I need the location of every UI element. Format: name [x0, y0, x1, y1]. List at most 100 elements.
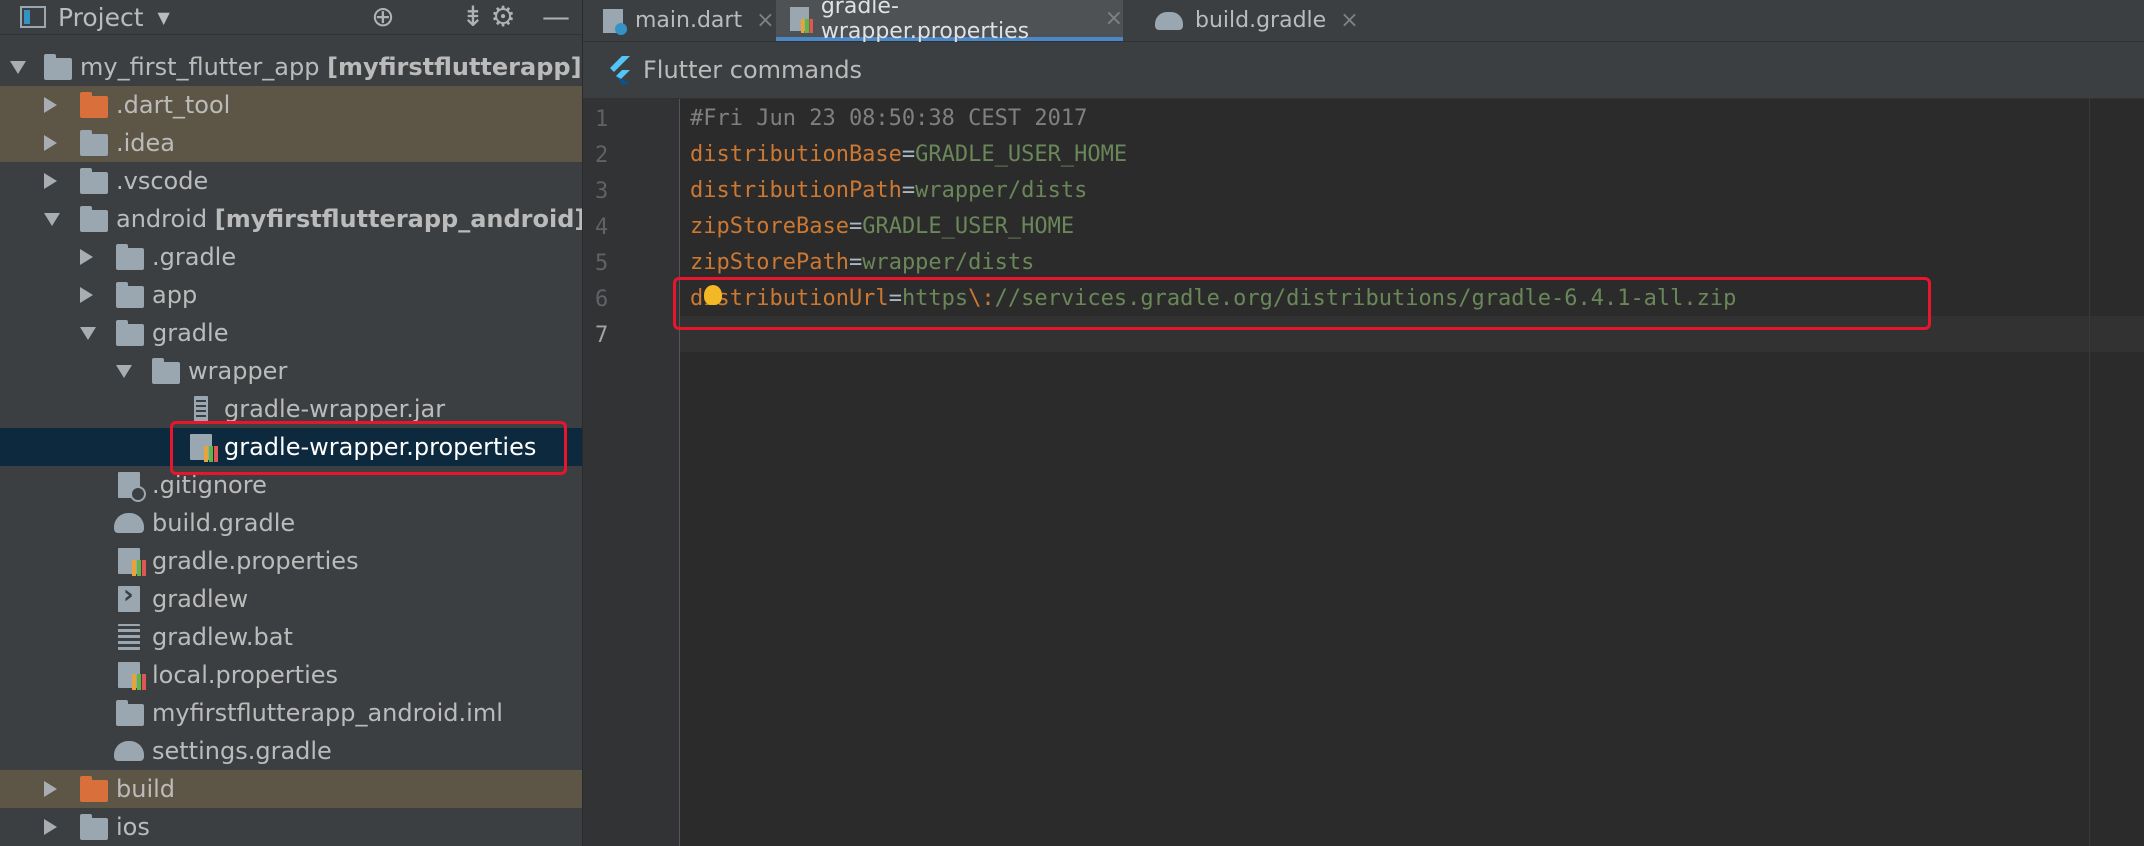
- right-margin-guide: [2089, 99, 2090, 846]
- property-key: distributionBase: [690, 142, 902, 167]
- tree-item-label: gradle: [152, 319, 229, 347]
- tree-item-dot-gradle[interactable]: .gradle: [0, 238, 582, 276]
- chevron-down-icon: ▼: [157, 7, 170, 27]
- tree-item-app[interactable]: app: [0, 276, 582, 314]
- tree-item-label: .gradle: [152, 243, 237, 271]
- tree-item-label: .idea: [116, 129, 176, 157]
- jar-file-icon: [194, 396, 208, 422]
- property-value: wrapper/dists: [915, 178, 1088, 203]
- code-line-1: #Fri Jun 23 08:50:38 CEST 2017: [690, 106, 1088, 131]
- close-icon[interactable]: ×: [1340, 8, 1358, 33]
- expand-arrow-icon[interactable]: [10, 61, 26, 74]
- tree-item-label: local.properties: [152, 661, 339, 689]
- line-number: 3: [595, 179, 609, 204]
- tree-item-build-gradle[interactable]: build.gradle: [0, 504, 582, 542]
- tree-item-label: .dart_tool: [116, 91, 231, 119]
- module-file-icon: [116, 700, 144, 726]
- tree-item-android[interactable]: android [myfirstflutterapp_android]: [0, 200, 582, 238]
- tab-label: gradle-wrapper.properties: [820, 0, 1030, 44]
- line-number: 1: [595, 107, 609, 132]
- tab-gradle-wrapper-properties[interactable]: gradle-wrapper.properties ×: [776, 0, 1123, 44]
- tree-item-vscode[interactable]: .vscode: [0, 162, 582, 200]
- root-label: my_first_flutter_app: [80, 53, 320, 81]
- hide-icon[interactable]: —: [538, 0, 574, 33]
- tree-item-settings-gradle[interactable]: settings.gradle: [0, 732, 582, 770]
- equals-sign: =: [901, 142, 916, 167]
- tree-item-label: gradlew.bat: [152, 623, 293, 651]
- tree-item-label: build: [116, 775, 176, 803]
- tree-item-local-properties[interactable]: local.properties: [0, 656, 582, 694]
- folder-icon: [152, 358, 180, 384]
- tree-item-iml[interactable]: myfirstflutterapp_android.iml: [0, 694, 582, 732]
- tree-item-label: myfirstflutterapp_android.iml: [152, 699, 503, 727]
- expand-arrow-icon[interactable]: [80, 249, 93, 265]
- tree-item-gradle[interactable]: gradle: [0, 314, 582, 352]
- tree-item-label: app: [152, 281, 198, 309]
- properties-file-icon: [118, 548, 146, 576]
- expand-arrow-icon[interactable]: [44, 819, 57, 835]
- properties-file-icon: [118, 662, 146, 690]
- line-number: 4: [595, 215, 609, 240]
- property-key: zipStorePath: [690, 250, 849, 275]
- flutter-commands-bar[interactable]: Flutter commands: [583, 42, 2144, 99]
- expand-arrow-icon[interactable]: [44, 173, 57, 189]
- expand-arrow-icon[interactable]: [80, 327, 96, 340]
- expand-arrow-icon[interactable]: [44, 135, 57, 151]
- tree-item-root[interactable]: my_first_flutter_app [myfirstflutterapp]…: [0, 48, 582, 86]
- gear-icon[interactable]: ⚙: [485, 0, 521, 33]
- expand-arrow-icon[interactable]: [80, 287, 93, 303]
- flutter-logo-icon: [610, 56, 630, 84]
- tree-item-dart-tool[interactable]: .dart_tool: [0, 86, 582, 124]
- project-view-selector[interactable]: Project ▼: [20, 2, 170, 32]
- idea-folder-icon: [80, 130, 108, 156]
- tree-item-gradle-properties[interactable]: gradle.properties: [0, 542, 582, 580]
- tree-item-gradlew-bat[interactable]: gradlew.bat: [0, 618, 582, 656]
- expand-arrow-icon[interactable]: [44, 97, 57, 113]
- gradle-elephant-icon: [1155, 11, 1183, 30]
- close-icon[interactable]: ×: [1105, 6, 1123, 31]
- tree-item-label: ios: [116, 813, 150, 841]
- module-folder-icon: [80, 814, 108, 840]
- text-file-icon: [118, 624, 140, 650]
- project-toolbar: Project ▼ ⊕ ⇟ ⚙ —: [0, 0, 582, 35]
- line-number: 2: [595, 143, 609, 168]
- folder-icon: [116, 282, 144, 308]
- close-icon[interactable]: ×: [756, 8, 774, 33]
- editor-tabs: main.dart × gradle-wrapper.properties × …: [583, 0, 2144, 44]
- expand-arrow-icon[interactable]: [116, 365, 132, 378]
- tree-item-label: gradle.properties: [152, 547, 359, 575]
- folder-icon: [116, 244, 144, 270]
- locate-icon[interactable]: ⊕: [365, 0, 401, 33]
- module-folder-icon: [80, 206, 108, 232]
- tree-item-wrapper[interactable]: wrapper: [0, 352, 582, 390]
- shell-script-icon: [118, 580, 140, 612]
- gradle-elephant-icon: [114, 741, 144, 761]
- project-icon: [20, 6, 46, 28]
- tab-main-dart[interactable]: main.dart ×: [603, 0, 775, 41]
- line-number: 5: [595, 251, 609, 276]
- tree-item-label: settings.gradle: [152, 737, 332, 765]
- equals-sign: =: [901, 178, 916, 203]
- folder-icon: [116, 320, 144, 346]
- code-line-2: distributionBase=GRADLE_USER_HOME: [690, 142, 1127, 167]
- module-folder-icon: [44, 54, 72, 80]
- tab-build-gradle[interactable]: build.gradle ×: [1155, 0, 1359, 41]
- tree-item-gradlew[interactable]: gradlew: [0, 580, 582, 618]
- tree-item-label: build.gradle: [152, 509, 296, 537]
- tree-item-build[interactable]: build: [0, 770, 582, 808]
- equals-sign: =: [848, 214, 863, 239]
- project-panel: Project ▼ ⊕ ⇟ ⚙ — my_first_flutter_app […: [0, 0, 582, 846]
- tree-item-idea[interactable]: .idea: [0, 124, 582, 162]
- flutter-commands-label: Flutter commands: [643, 56, 863, 84]
- collapse-all-icon[interactable]: ⇟: [458, 0, 488, 33]
- expand-arrow-icon[interactable]: [44, 781, 57, 797]
- android-module-name: [myfirstflutterapp_android]: [214, 205, 582, 233]
- tab-label: build.gradle: [1195, 8, 1327, 33]
- tree-item-ios[interactable]: ios: [0, 808, 582, 846]
- property-key: zipStoreBase: [690, 214, 849, 239]
- gradle-elephant-icon: [114, 513, 144, 533]
- tree-item-label: .vscode: [116, 167, 209, 195]
- tree-item-label: .gitignore: [152, 471, 267, 499]
- expand-arrow-icon[interactable]: [44, 213, 60, 226]
- line-number-gutter: 1 2 3 4 5 6 7: [583, 99, 680, 846]
